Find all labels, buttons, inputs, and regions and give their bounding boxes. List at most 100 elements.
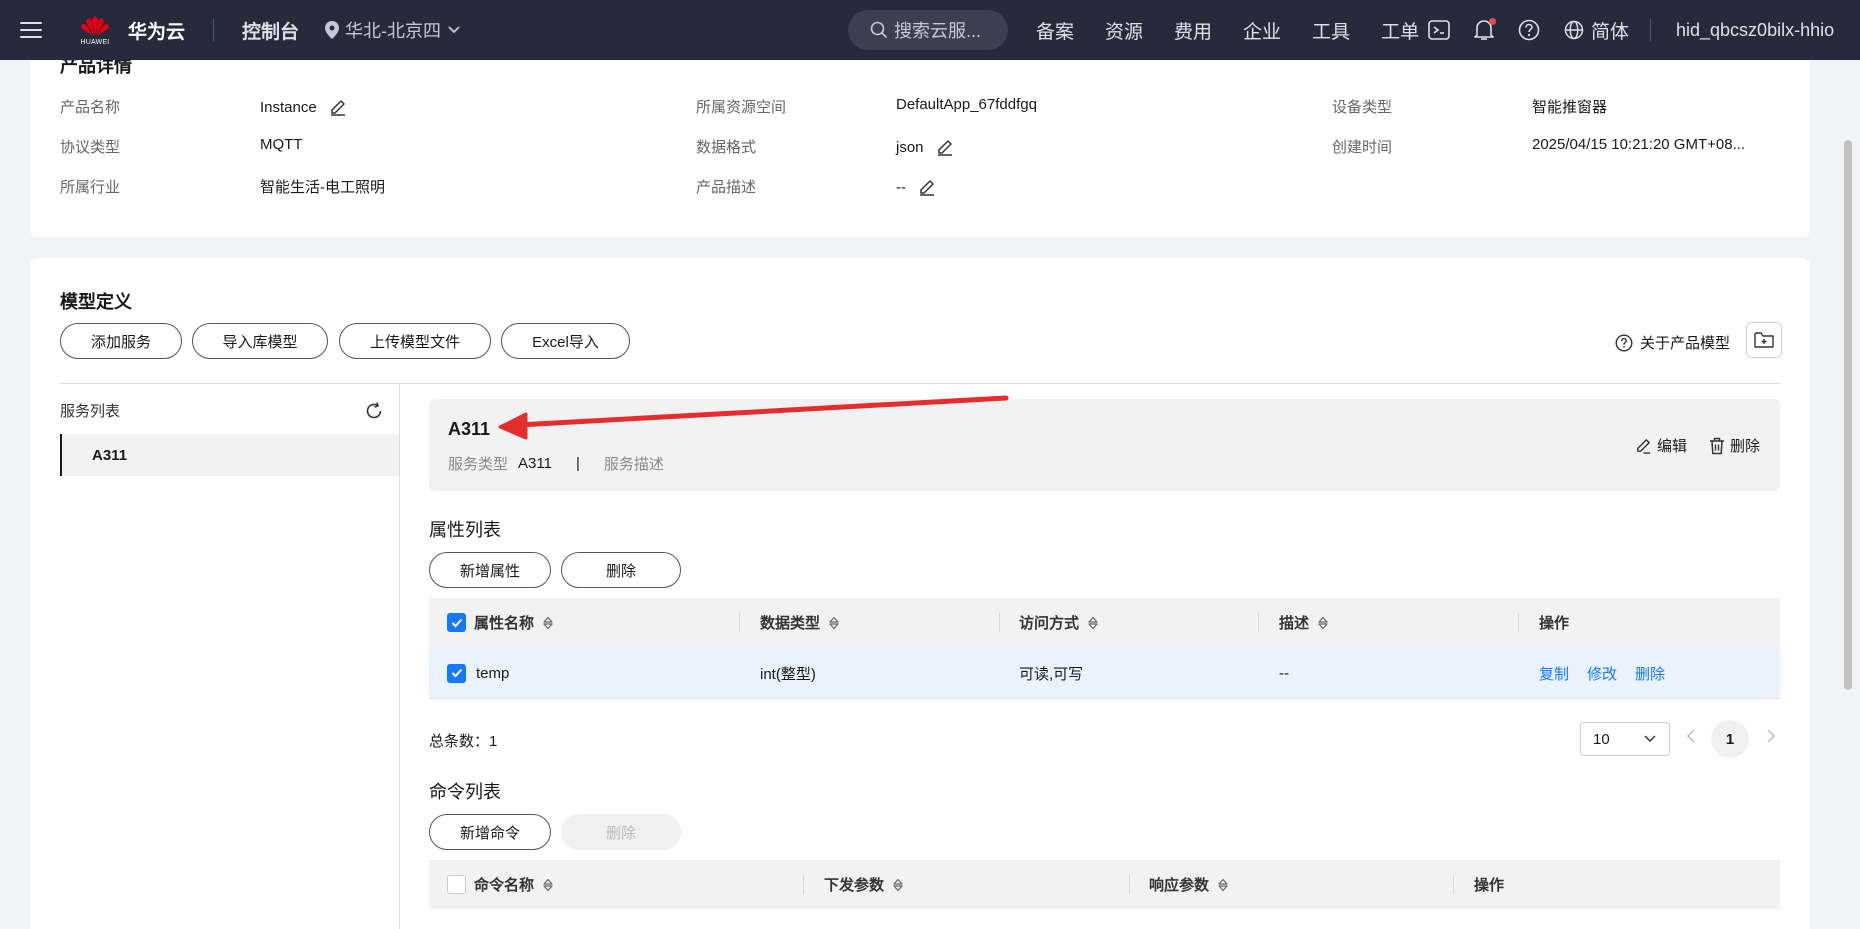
menu-icon[interactable] — [20, 22, 42, 38]
sort-icon[interactable] — [892, 878, 904, 892]
column-label: 描述 — [1279, 615, 1310, 632]
next-page-icon[interactable] — [1766, 728, 1776, 744]
column-divider — [739, 613, 740, 632]
edit-service-button[interactable]: 编辑 — [1635, 435, 1687, 456]
huawei-logo-icon — [81, 16, 109, 36]
nav-link-resources[interactable]: 资源 — [1105, 17, 1143, 44]
column-label: 访问方式 — [1019, 615, 1080, 632]
terminal-icon[interactable] — [1426, 18, 1451, 43]
copy-attribute-link[interactable]: 复制 — [1539, 663, 1569, 684]
add-attribute-button[interactable]: 新增属性 — [429, 552, 551, 588]
product-details-card: 产品详情 产品名称 Instance 所属资源空间 DefaultApp_67f… — [30, 50, 1810, 237]
total-count: 1 — [489, 733, 498, 750]
help-icon[interactable] — [1516, 18, 1541, 43]
model-definition-card: 模型定义 添加服务 导入库模型 上传模型文件 Excel导入 关于产品模型 服务… — [30, 258, 1810, 929]
column-header-name: 属性名称 — [447, 598, 554, 647]
field-value: 2025/04/15 10:21:20 GMT+08... — [1532, 136, 1746, 153]
field-label: 设备类型 — [1332, 99, 1393, 116]
column-divider — [1518, 613, 1519, 632]
about-product-model-link[interactable]: 关于产品模型 — [1615, 332, 1730, 353]
add-command-button[interactable]: 新增命令 — [429, 814, 551, 850]
column-divider — [1129, 875, 1130, 894]
service-actions: 编辑 删除 — [1635, 435, 1760, 456]
field-value: json — [896, 138, 924, 156]
nav-link-enterprise[interactable]: 企业 — [1243, 17, 1281, 44]
service-meta: 服务类型 A311 | 服务描述 — [448, 453, 664, 474]
edit-label: 编辑 — [1656, 438, 1687, 455]
user-account[interactable]: hid_qbcsz0bilx-hhio — [1676, 0, 1834, 60]
nav-link-tickets[interactable]: 工单 — [1381, 17, 1419, 44]
field-data-format-value: json — [896, 138, 954, 156]
cell-access: 可读,可写 — [1019, 665, 1084, 683]
nav-link-icp[interactable]: 备案 — [1036, 17, 1074, 44]
globe-icon — [1564, 20, 1584, 40]
column-label: 操作 — [1474, 877, 1505, 894]
field-value: -- — [896, 178, 906, 196]
edit-format-icon[interactable] — [936, 138, 954, 156]
service-detail-panel: A311 服务类型 A311 | 服务描述 编辑 删除 — [429, 399, 1780, 491]
field-value: Instance — [260, 98, 317, 116]
huawei-logo[interactable]: HUAWEI — [74, 14, 116, 46]
logo-text: HUAWEI — [80, 39, 110, 46]
column-divider — [999, 613, 1000, 632]
field-value: 智能推窗器 — [1532, 99, 1608, 116]
field-label: 协议类型 — [60, 139, 121, 156]
delete-command-button[interactable]: 删除 — [561, 814, 681, 850]
folder-import-button[interactable] — [1746, 322, 1782, 358]
select-all-checkbox[interactable] — [447, 613, 466, 632]
prev-page-icon[interactable] — [1686, 728, 1696, 744]
trash-icon — [1709, 437, 1724, 454]
service-list-header: 服务列表 — [60, 400, 400, 421]
field-label: 所属资源空间 — [696, 99, 787, 116]
column-header-command-name: 命令名称 — [447, 860, 554, 909]
sort-icon[interactable] — [828, 616, 840, 630]
field-protocol: 协议类型 — [60, 136, 120, 157]
select-all-checkbox[interactable] — [447, 875, 466, 894]
language-selector[interactable]: 简体 — [1564, 0, 1629, 60]
sort-icon[interactable] — [1317, 616, 1329, 630]
delete-attribute-button[interactable]: 删除 — [561, 552, 681, 588]
excel-import-button[interactable]: Excel导入 — [501, 323, 630, 359]
nav-links: 备案 资源 费用 企业 工具 工单 — [1036, 0, 1450, 60]
page-size-value: 10 — [1593, 730, 1610, 748]
console-link[interactable]: 控制台 — [242, 17, 299, 44]
page-size-select[interactable]: 10 — [1580, 722, 1670, 756]
region-label: 华北-北京四 — [345, 21, 442, 41]
nav-link-billing[interactable]: 费用 — [1174, 17, 1212, 44]
service-name: A311 — [448, 419, 491, 439]
section-title-model: 模型定义 — [60, 292, 132, 312]
page-scrollbar[interactable] — [1844, 140, 1852, 690]
add-service-button[interactable]: 添加服务 — [60, 323, 182, 359]
service-list-item[interactable]: A311 — [60, 434, 399, 476]
region-selector[interactable]: 华北-北京四 — [325, 17, 461, 43]
delete-attribute-link[interactable]: 删除 — [1635, 663, 1665, 684]
modify-attribute-link[interactable]: 修改 — [1587, 663, 1617, 684]
search-input[interactable]: 搜索云服... — [848, 10, 1008, 50]
sort-icon[interactable] — [542, 878, 554, 892]
sort-icon[interactable] — [1217, 878, 1229, 892]
nav-link-tools[interactable]: 工具 — [1312, 17, 1350, 44]
column-label: 属性名称 — [474, 615, 535, 632]
sort-icon[interactable] — [1087, 616, 1099, 630]
cell-desc: -- — [1279, 664, 1289, 682]
sort-icon[interactable] — [542, 616, 554, 630]
column-header-access: 访问方式 — [1019, 598, 1099, 647]
brand-name[interactable]: 华为云 — [128, 17, 185, 44]
nav-divider — [1650, 19, 1651, 41]
column-label: 命令名称 — [474, 877, 535, 894]
bell-icon[interactable] — [1471, 17, 1496, 43]
edit-name-icon[interactable] — [329, 98, 347, 116]
service-type-value: A311 — [518, 455, 552, 472]
import-library-model-button[interactable]: 导入库模型 — [192, 323, 328, 359]
edit-desc-icon[interactable] — [918, 178, 936, 196]
row-checkbox[interactable] — [447, 663, 466, 683]
delete-label: 删除 — [1729, 438, 1760, 455]
chevron-down-icon — [448, 26, 460, 34]
page-number-button[interactable]: 1 — [1711, 720, 1749, 758]
delete-service-button[interactable]: 删除 — [1709, 435, 1760, 456]
field-value: 智能生活-电工照明 — [260, 179, 385, 196]
refresh-icon[interactable] — [364, 401, 384, 421]
field-device-type: 设备类型 — [1332, 96, 1392, 117]
table-row: temp int(整型) 可读,可写 -- 复制 修改 删除 — [429, 647, 1780, 699]
upload-model-file-button[interactable]: 上传模型文件 — [339, 323, 491, 359]
